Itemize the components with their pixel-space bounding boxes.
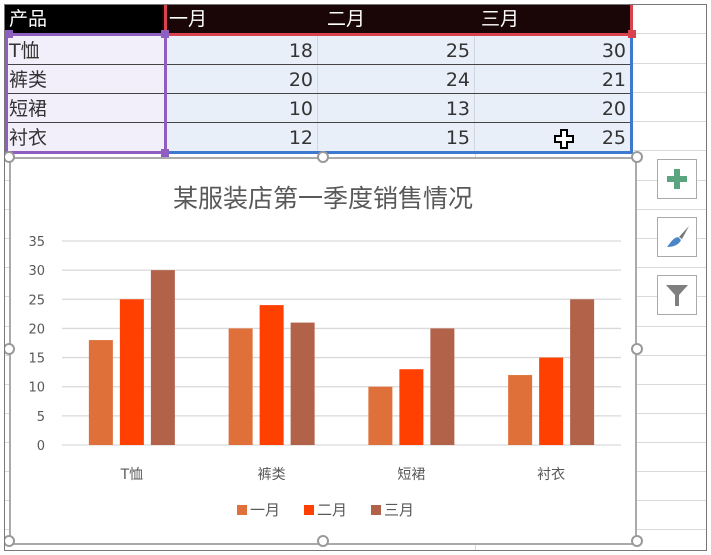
value-cell[interactable]: 25	[475, 123, 630, 152]
legend-label: 二月	[317, 501, 347, 519]
resize-handle-top-right[interactable]	[631, 151, 643, 163]
spreadsheet-window: 产品 一月 二月 三月 T恤 18 25 30 裤类 20 24 21 短裙 10 13 20 衬衣 12…	[4, 4, 707, 551]
chart-plot: 0 5 10 15 20 25 30 35 T恤 裤类 短裙 衬衣一月 二月 三月	[28, 235, 621, 519]
y-tick-label: 10	[28, 381, 45, 396]
x-tick-label: 衬衣	[537, 467, 565, 483]
bar-1-4	[508, 375, 533, 445]
y-tick-label: 15	[28, 352, 45, 367]
selection-border-category	[5, 33, 8, 154]
paintbrush-icon	[667, 226, 689, 247]
value-cell[interactable]: 12	[167, 123, 318, 152]
value-cell[interactable]: 20	[475, 94, 630, 123]
header-cell-feb[interactable]: 二月	[327, 5, 477, 33]
chart-styles-button[interactable]	[657, 217, 697, 257]
chart-area[interactable]: 某服装店第一季度销售情况 0 5 10 15 20 25 30 35 T恤 裤类 短裙 衬衣 一月 二月三…	[9, 157, 637, 545]
selection-handle[interactable]	[5, 30, 13, 38]
y-tick-label: 25	[28, 293, 45, 308]
bar-2-3	[399, 369, 424, 445]
selection-border-series	[167, 33, 633, 36]
chart-elements-button[interactable]	[657, 159, 697, 199]
chart-filters-button[interactable]	[657, 275, 697, 315]
product-cell[interactable]: 衬衣	[5, 123, 165, 152]
selection-border-category	[5, 33, 165, 36]
resize-handle-right[interactable]	[631, 343, 643, 355]
value-cell[interactable]: 24	[318, 65, 475, 94]
y-tick-label: 30	[28, 264, 45, 279]
cell-cursor-icon	[554, 129, 574, 149]
bar-3-2	[290, 322, 315, 445]
value-cell[interactable]: 25	[318, 36, 475, 65]
legend-label: 一月	[250, 501, 280, 519]
header-cell-product[interactable]: 产品	[5, 5, 162, 33]
bar-1-2	[228, 328, 253, 445]
funnel-icon	[666, 285, 688, 306]
selection-border-category	[164, 33, 167, 154]
value-cell[interactable]: 13	[318, 94, 475, 123]
plus-icon	[667, 169, 687, 189]
bar-1-1	[88, 340, 113, 445]
x-tick-label: 裤类	[258, 467, 286, 483]
y-tick-label: 20	[28, 322, 45, 337]
value-cell[interactable]: 30	[475, 36, 630, 65]
product-cell[interactable]: T恤	[5, 36, 165, 65]
resize-handle-bottom-right[interactable]	[631, 535, 643, 547]
header-cell-jan[interactable]: 一月	[167, 5, 319, 33]
x-tick-label: 短裙	[397, 467, 425, 483]
value-cell[interactable]: 18	[167, 36, 318, 65]
legend-label: 三月	[384, 501, 414, 519]
value-cell[interactable]: 20	[167, 65, 318, 94]
bar-2-2	[259, 305, 284, 445]
bar-2-1	[119, 299, 144, 445]
bar-3-3	[430, 328, 455, 445]
value-cell[interactable]: 10	[167, 94, 318, 123]
resize-handle-bottom[interactable]	[317, 535, 329, 547]
bar-2-4	[539, 357, 564, 445]
resize-handle-top[interactable]	[317, 151, 329, 163]
bar-3-1	[150, 270, 175, 445]
resize-handle-bottom-left[interactable]	[5, 535, 15, 547]
product-cell[interactable]: 短裙	[5, 94, 165, 123]
bar-3-4	[570, 299, 595, 445]
value-cell[interactable]: 15	[318, 123, 475, 152]
selection-handle[interactable]	[161, 30, 169, 38]
legend-swatch	[237, 505, 247, 515]
selection-handle[interactable]	[161, 149, 169, 157]
legend-swatch	[304, 505, 314, 515]
product-cell[interactable]: 裤类	[5, 65, 165, 94]
header-cell-mar[interactable]: 三月	[481, 5, 631, 33]
selection-border-values	[630, 36, 633, 154]
legend-swatch	[371, 505, 381, 515]
value-cell[interactable]: 21	[475, 65, 630, 94]
x-tick-label: T恤	[120, 467, 144, 483]
bar-1-3	[368, 386, 393, 445]
selection-border-category	[5, 151, 165, 154]
y-tick-label: 5	[37, 410, 45, 425]
selection-handle[interactable]	[628, 30, 636, 38]
y-tick-label: 0	[37, 439, 45, 454]
y-tick-label: 35	[28, 235, 45, 250]
selection-border-values	[167, 151, 633, 154]
